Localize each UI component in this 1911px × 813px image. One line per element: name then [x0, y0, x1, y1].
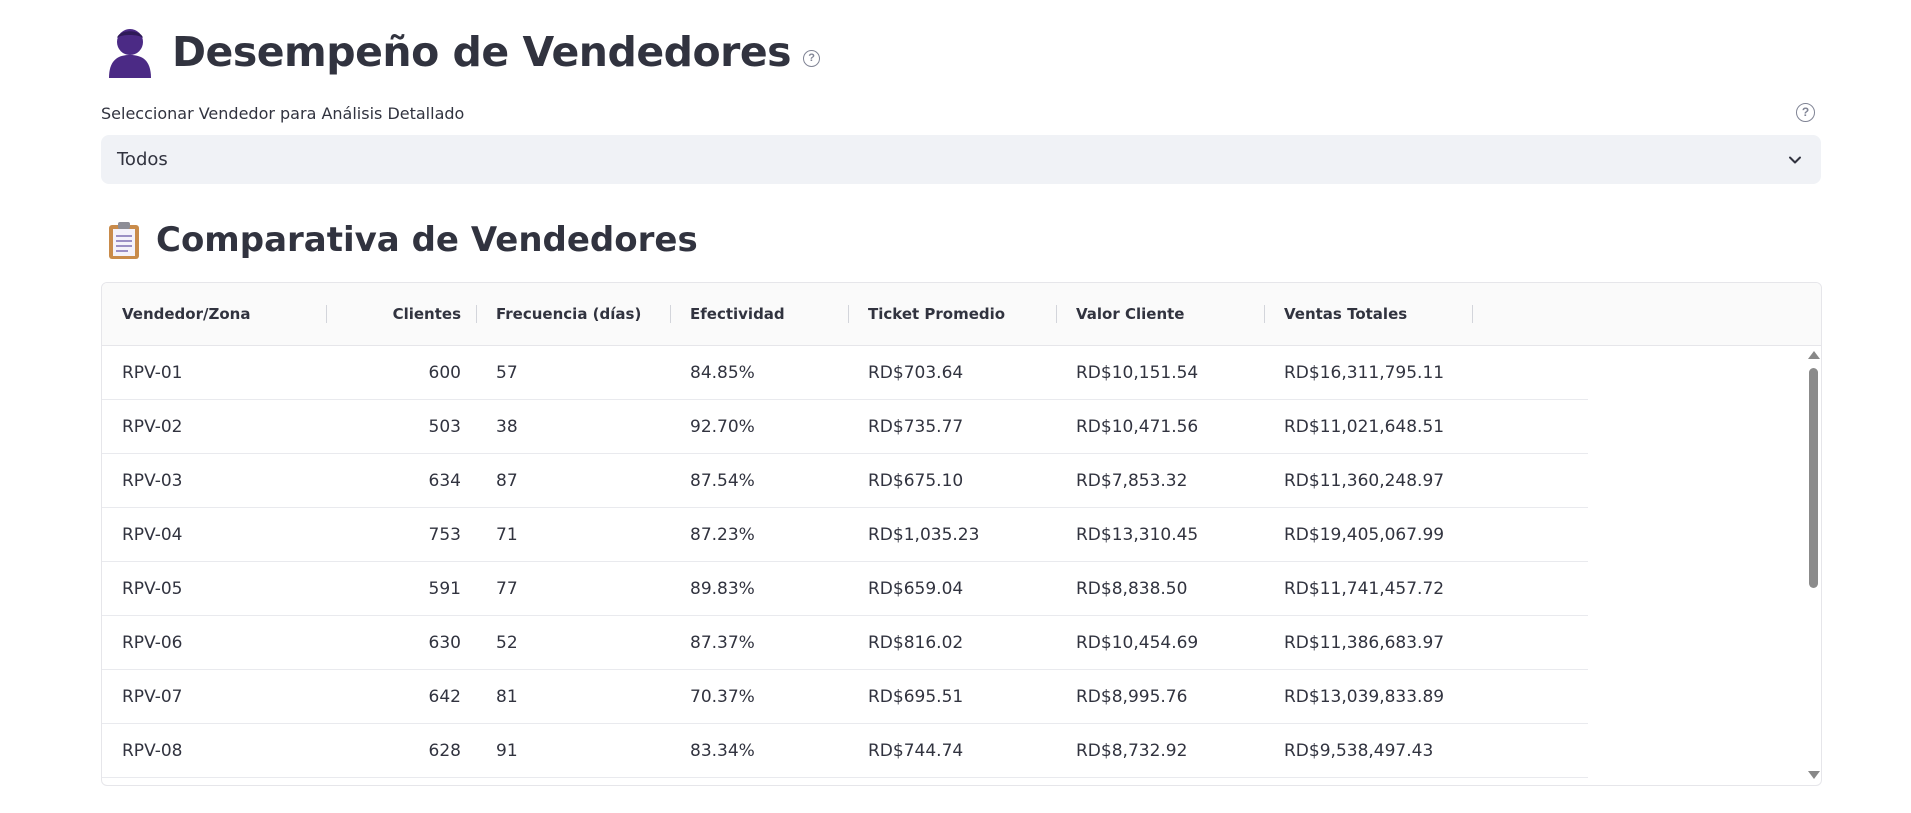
cell-ticket[interactable]: RD$703.64 — [868, 346, 1058, 399]
cell-valor-cliente[interactable]: RD$10,454.69 — [1076, 616, 1266, 669]
cell-frecuencia[interactable]: 77 — [496, 562, 666, 615]
cell-efectividad[interactable]: 92.70% — [690, 400, 850, 453]
scroll-up-arrow[interactable] — [1808, 351, 1820, 359]
cell-clientes[interactable]: 642 — [332, 670, 461, 723]
column-header-ticket[interactable]: Ticket Promedio — [868, 283, 1058, 345]
chevron-down-icon — [1789, 156, 1801, 163]
cell-vendedor[interactable]: RPV-06 — [122, 616, 322, 669]
cell-efectividad[interactable]: 87.23% — [690, 508, 850, 561]
cell-vendedor[interactable]: RPV-02 — [122, 400, 322, 453]
table-row[interactable]: RPV-08 628 91 83.34% RD$744.74 RD$8,732.92 RD$… — [102, 724, 1588, 778]
table-header: Vendedor/Zona Clientes Frecuencia (días)… — [102, 283, 1821, 346]
cell-valor-cliente[interactable]: RD$8,995.76 — [1076, 670, 1266, 723]
vendor-select[interactable]: Todos — [101, 135, 1821, 184]
column-header-valor-cliente[interactable]: Valor Cliente — [1076, 283, 1266, 345]
column-header-efectividad[interactable]: Efectividad — [690, 283, 850, 345]
column-divider[interactable] — [476, 305, 477, 323]
cell-valor-cliente[interactable]: RD$10,151.54 — [1076, 346, 1266, 399]
section-title: Comparativa de Vendedores — [156, 220, 698, 260]
table-row[interactable]: RPV-05 591 77 89.83% RD$659.04 RD$8,838.50 RD$… — [102, 562, 1588, 616]
cell-frecuencia[interactable]: 38 — [496, 400, 666, 453]
cell-clientes[interactable]: 503 — [332, 400, 461, 453]
cell-valor-cliente[interactable]: RD$7,853.32 — [1076, 454, 1266, 507]
cell-ventas[interactable]: RD$11,741,457.72 — [1284, 562, 1484, 615]
cell-vendedor[interactable]: RPV-05 — [122, 562, 322, 615]
cell-ticket[interactable]: RD$816.02 — [868, 616, 1058, 669]
cell-vendedor[interactable]: RPV-04 — [122, 508, 322, 561]
cell-ventas[interactable]: RD$9,538,497.43 — [1284, 724, 1484, 777]
column-header-frecuencia[interactable]: Frecuencia (días) — [496, 283, 666, 345]
scrollbar-thumb[interactable] — [1809, 368, 1818, 588]
column-divider[interactable] — [848, 305, 849, 323]
cell-efectividad[interactable]: 87.37% — [690, 616, 850, 669]
table-row[interactable]: RPV-02 503 38 92.70% RD$735.77 RD$10,471.56 RD… — [102, 400, 1588, 454]
cell-vendedor[interactable]: RPV-07 — [122, 670, 322, 723]
cell-frecuencia[interactable]: 91 — [496, 724, 666, 777]
cell-frecuencia[interactable]: 87 — [496, 454, 666, 507]
cell-ticket[interactable]: RD$659.04 — [868, 562, 1058, 615]
cell-vendedor[interactable]: RPV-08 — [122, 724, 322, 777]
column-divider[interactable] — [670, 305, 671, 323]
selector-label: Seleccionar Vendedor para Análisis Detal… — [101, 104, 465, 123]
cell-ventas[interactable]: RD$19,405,067.99 — [1284, 508, 1484, 561]
cell-ticket[interactable]: RD$744.74 — [868, 724, 1058, 777]
user-icon — [109, 29, 151, 78]
page-title: Desempeño de Vendedores — [172, 28, 792, 76]
help-icon[interactable]: ? — [1796, 103, 1815, 122]
cell-efectividad[interactable]: 84.85% — [690, 346, 850, 399]
table-row[interactable]: RPV-01 600 57 84.85% RD$703.64 RD$10,151.54 RD… — [102, 346, 1588, 400]
column-divider[interactable] — [1472, 305, 1473, 323]
page-header: Desempeño de Vendedores ? — [106, 22, 821, 82]
cell-ticket[interactable]: RD$675.10 — [868, 454, 1058, 507]
cell-frecuencia[interactable]: 81 — [496, 670, 666, 723]
cell-ventas[interactable]: RD$16,311,795.11 — [1284, 346, 1484, 399]
data-table[interactable]: Vendedor/Zona Clientes Frecuencia (días)… — [101, 282, 1822, 786]
column-divider[interactable] — [1264, 305, 1265, 323]
cell-ventas[interactable]: RD$11,021,648.51 — [1284, 400, 1484, 453]
cell-efectividad[interactable]: 83.34% — [690, 724, 850, 777]
cell-frecuencia[interactable]: 57 — [496, 346, 666, 399]
cell-ventas[interactable]: RD$13,039,833.89 — [1284, 670, 1484, 723]
cell-efectividad[interactable]: 89.83% — [690, 562, 850, 615]
column-header-ventas[interactable]: Ventas Totales — [1284, 283, 1474, 345]
cell-vendedor[interactable]: RPV-03 — [122, 454, 322, 507]
section-header: Comparativa de Vendedores — [106, 216, 698, 264]
column-divider[interactable] — [326, 305, 327, 323]
cell-clientes[interactable]: 630 — [332, 616, 461, 669]
cell-clientes[interactable]: 634 — [332, 454, 461, 507]
cell-valor-cliente[interactable]: RD$10,471.56 — [1076, 400, 1266, 453]
cell-ticket[interactable]: RD$735.77 — [868, 400, 1058, 453]
cell-efectividad[interactable]: 87.54% — [690, 454, 850, 507]
cell-frecuencia[interactable]: 52 — [496, 616, 666, 669]
cell-clientes[interactable]: 753 — [332, 508, 461, 561]
column-header-clientes[interactable]: Clientes — [332, 283, 461, 345]
cell-valor-cliente[interactable]: RD$13,310.45 — [1076, 508, 1266, 561]
column-divider[interactable] — [1056, 305, 1057, 323]
table-row[interactable]: RPV-04 753 71 87.23% RD$1,035.23 RD$13,310.45… — [102, 508, 1588, 562]
table-body: RPV-01 600 57 84.85% RD$703.64 RD$10,151.54 RD… — [102, 346, 1588, 778]
cell-clientes[interactable]: 591 — [332, 562, 461, 615]
cell-valor-cliente[interactable]: RD$8,732.92 — [1076, 724, 1266, 777]
scroll-down-arrow[interactable] — [1808, 771, 1820, 779]
title-help-icon[interactable]: ? — [803, 49, 821, 67]
cell-vendedor[interactable]: RPV-01 — [122, 346, 322, 399]
cell-ventas[interactable]: RD$11,360,248.97 — [1284, 454, 1484, 507]
cell-efectividad[interactable]: 70.37% — [690, 670, 850, 723]
cell-ventas[interactable]: RD$11,386,683.97 — [1284, 616, 1484, 669]
cell-frecuencia[interactable]: 71 — [496, 508, 666, 561]
column-header-vendedor[interactable]: Vendedor/Zona — [122, 283, 322, 345]
cell-clientes[interactable]: 600 — [332, 346, 461, 399]
cell-valor-cliente[interactable]: RD$8,838.50 — [1076, 562, 1266, 615]
table-row[interactable]: RPV-06 630 52 87.37% RD$816.02 RD$10,454.69 RD… — [102, 616, 1588, 670]
vendor-select-value: Todos — [117, 149, 168, 170]
cell-ticket[interactable]: RD$695.51 — [868, 670, 1058, 723]
table-row[interactable]: RPV-07 642 81 70.37% RD$695.51 RD$8,995.76 RD$… — [102, 670, 1588, 724]
clipboard-icon — [109, 222, 139, 259]
cell-clientes[interactable]: 628 — [332, 724, 461, 777]
table-row[interactable]: RPV-03 634 87 87.54% RD$675.10 RD$7,853.32 RD$… — [102, 454, 1588, 508]
cell-ticket[interactable]: RD$1,035.23 — [868, 508, 1058, 561]
